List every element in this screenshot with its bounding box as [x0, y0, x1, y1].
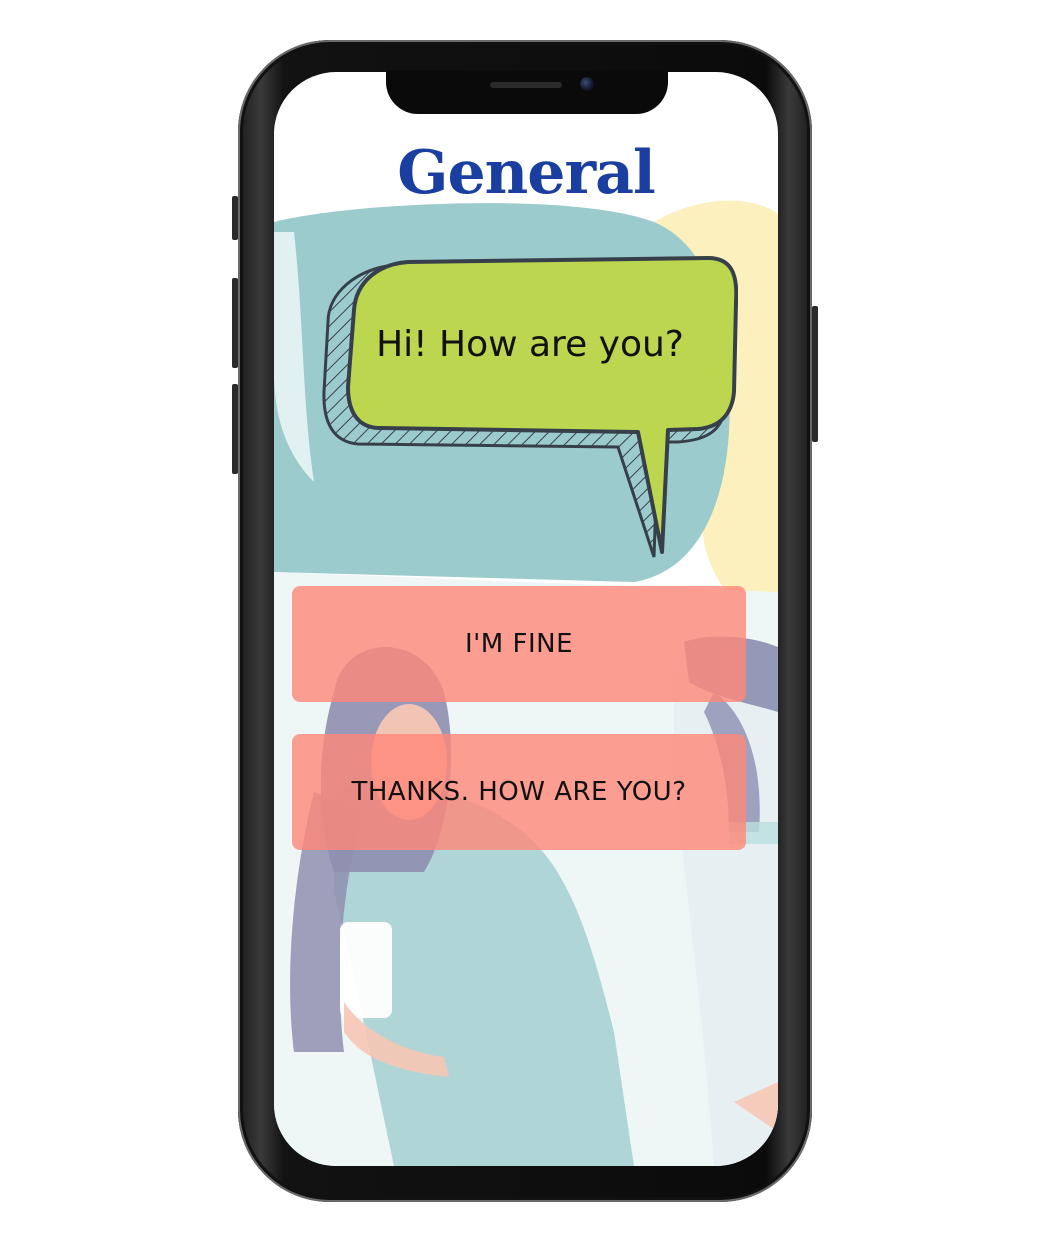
answer-button-label: I'M FINE: [464, 629, 573, 659]
app-screen: General Hi! How are you? I'M FINE THANKS…: [274, 72, 778, 1166]
earpiece-speaker: [490, 82, 562, 88]
power-button: [812, 306, 818, 442]
answer-button-thanks-how-are-you[interactable]: THANKS. HOW ARE YOU?: [292, 734, 746, 850]
answer-button-im-fine[interactable]: I'M FINE: [292, 586, 746, 702]
phone-mockup-stage: General Hi! How are you? I'M FINE THANKS…: [0, 0, 1064, 1240]
prompt-bubble-text: Hi! How are you?: [376, 324, 684, 365]
answer-button-label: THANKS. HOW ARE YOU?: [351, 777, 687, 807]
phone-notch: [386, 70, 668, 114]
page-title: General: [397, 138, 656, 208]
front-camera-icon: [580, 77, 594, 91]
speech-bubble: [322, 256, 738, 558]
